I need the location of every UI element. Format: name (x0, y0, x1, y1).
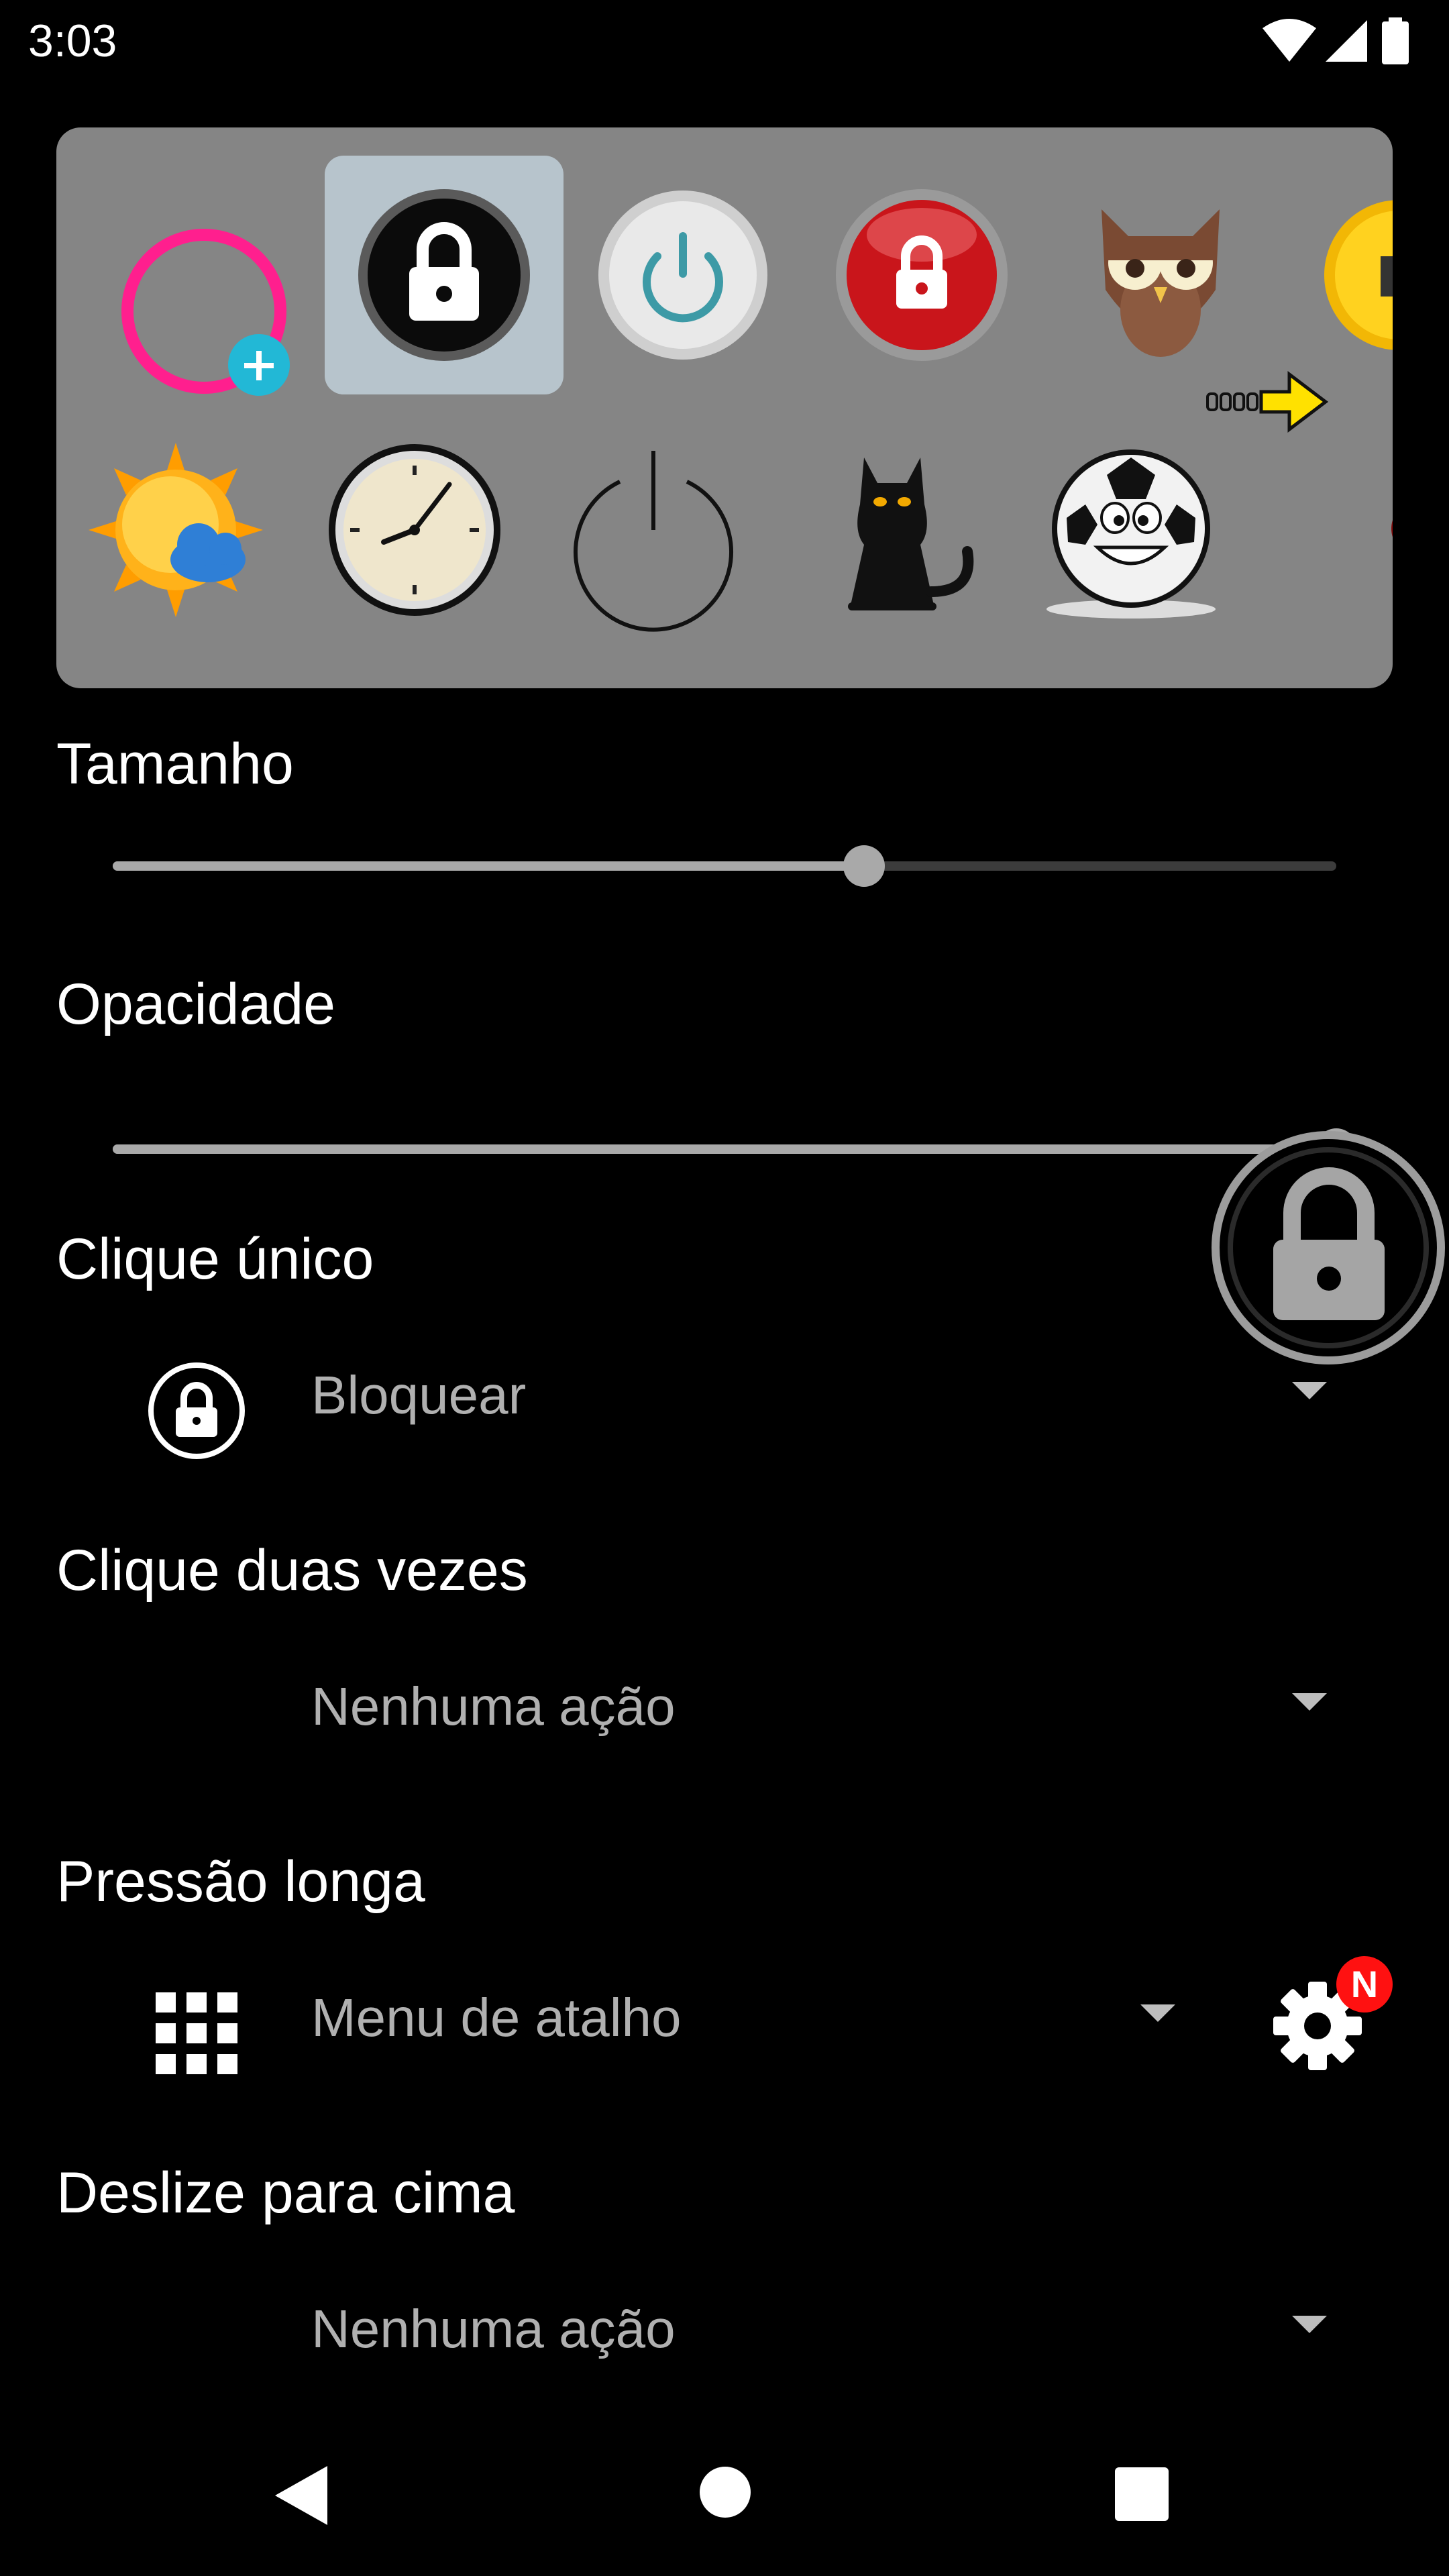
picker-cell-owl[interactable] (1041, 156, 1280, 394)
status-bar: 3:03 (0, 0, 1449, 87)
battery-icon (1382, 17, 1409, 64)
sun-cloud-icon (89, 443, 263, 617)
back-icon[interactable] (268, 2462, 335, 2529)
red-dots-partial-icon (1391, 520, 1393, 537)
floating-lock-preview[interactable] (1208, 1127, 1449, 1368)
picker-cell-lock-red[interactable] (802, 156, 1041, 394)
single-click-label: Clique único (56, 1227, 374, 1291)
owl-icon (1102, 209, 1220, 357)
navigation-bar (0, 2415, 1449, 2576)
recents-icon[interactable] (1111, 2463, 1173, 2525)
size-label: Tamanho (56, 732, 294, 796)
swipe-up-label: Deslize para cima (56, 2161, 515, 2225)
picker-cell-clock[interactable] (295, 411, 534, 649)
picker-cell-add-custom[interactable] (56, 162, 295, 401)
power-outline-icon (574, 451, 733, 632)
double-click-action: Nenhuma ação (311, 1676, 676, 1736)
opacity-slider-fill (113, 1144, 1336, 1154)
swipe-up-dropdown[interactable]: Nenhuma ação (0, 2269, 1449, 2390)
picker-cell-lock-dark[interactable] (325, 156, 564, 394)
black-cat-icon (848, 458, 974, 610)
home-icon[interactable] (695, 2462, 755, 2522)
picker-cell-soccer-ball-face[interactable] (1012, 411, 1250, 649)
clock-icon (329, 444, 500, 616)
status-icons (1261, 17, 1422, 64)
power-white-icon (598, 191, 767, 360)
long-press-action: Menu de atalho (311, 1988, 682, 2047)
picker-cell-red-dots-partial[interactable] (1250, 411, 1393, 649)
picker-cell-black-cat[interactable] (773, 411, 1012, 649)
picker-cell-power-white[interactable] (564, 156, 802, 394)
floating-lock-icon (1212, 1131, 1445, 1364)
picker-cell-sun-cloud[interactable] (56, 411, 295, 649)
add-custom-icon (121, 229, 290, 396)
signal-icon (1326, 20, 1367, 62)
new-badge: N (1336, 1956, 1393, 2012)
long-press-dropdown[interactable]: Menu de atalho (0, 1957, 1208, 2078)
size-slider[interactable] (113, 839, 1336, 892)
opacity-label: Opacidade (56, 972, 335, 1036)
opacity-slider[interactable] (113, 1122, 1357, 1175)
lock-circle-icon (148, 1362, 245, 1459)
size-slider-fill (113, 861, 864, 871)
picker-cell-emoji-partial[interactable] (1280, 156, 1393, 394)
swipe-up-action: Nenhuma ação (311, 2299, 676, 2359)
wifi-icon (1263, 19, 1316, 62)
lock-red-icon (836, 189, 1008, 361)
shortcut-settings-button[interactable]: N (1261, 1952, 1395, 2086)
long-press-label: Pressão longa (56, 1849, 425, 1914)
chevron-down-icon (1292, 1382, 1327, 1399)
emoji-partial-icon (1324, 200, 1393, 350)
chevron-down-icon (1140, 2004, 1175, 2022)
icon-picker-panel[interactable] (56, 127, 1393, 688)
single-click-action: Bloquear (311, 1365, 527, 1425)
size-slider-thumb[interactable] (843, 845, 885, 887)
double-click-label: Clique duas vezes (56, 1538, 528, 1603)
double-click-dropdown[interactable]: Nenhuma ação (0, 1646, 1449, 1767)
chevron-down-icon (1292, 1693, 1327, 1711)
soccer-ball-face-icon (1046, 449, 1216, 619)
chevron-down-icon (1292, 2316, 1327, 2333)
lock-dark-icon (358, 189, 530, 361)
grid-icon (156, 1992, 237, 2074)
status-time: 3:03 (28, 15, 117, 66)
picker-cell-power-outline[interactable] (534, 411, 773, 649)
new-badge-text: N (1350, 1963, 1379, 2005)
